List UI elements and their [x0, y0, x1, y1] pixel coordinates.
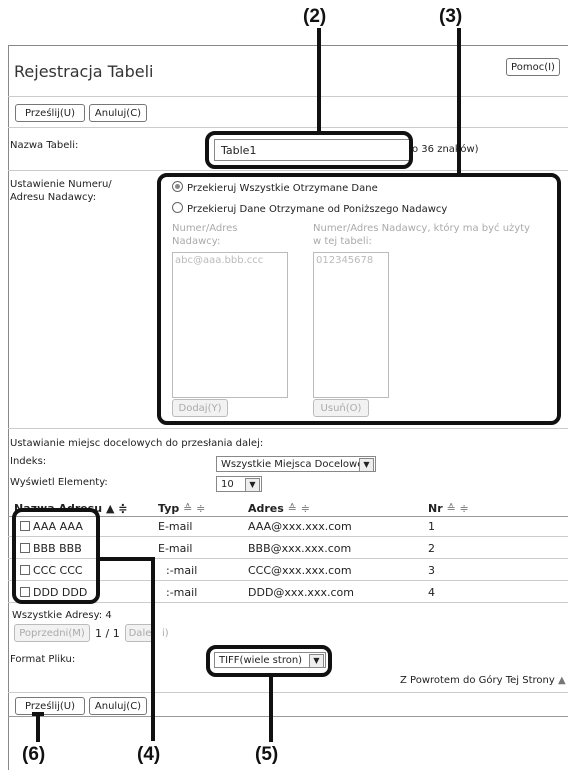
leader-line-2 [317, 28, 321, 133]
row-address: AAA@xxx.xxx.com [248, 520, 352, 533]
leader-line-3 [457, 28, 461, 176]
all-addresses-count: 4 [105, 610, 112, 621]
page-indicator: 1 / 1 [95, 627, 120, 640]
header-nr-label: Nr [428, 502, 443, 515]
cancel-button-top[interactable]: Anuluj(C) [89, 104, 147, 122]
table-name-divider [8, 170, 568, 171]
leader-line-6 [36, 714, 40, 742]
title-divider [8, 96, 568, 97]
table-name-hint: o 36 znaków) [412, 144, 479, 155]
back-to-top-label: Z Powrotem do Góry Tej Strony [400, 675, 555, 686]
arrow-up-icon: ▲ [557, 675, 566, 686]
sort-asc-icon[interactable]: ▲ [106, 502, 114, 515]
sender-divider [8, 428, 568, 429]
leader-line-4-horizontal [98, 557, 154, 561]
row-type: E-mail [158, 542, 193, 555]
sort-asc-icon[interactable]: ≙ [288, 502, 297, 515]
leader-line-4 [151, 557, 155, 741]
forward-heading: Ustawianie miejsc docelowych do przesłan… [10, 438, 264, 449]
filter-icon[interactable]: ≑ [460, 502, 469, 515]
file-format-label: Format Pliku: [10, 654, 76, 665]
row-address: BBB@xxx.xxx.com [248, 542, 352, 555]
prev-page-button[interactable]: Poprzedni(M) [14, 624, 90, 642]
filter-icon[interactable]: ≑ [196, 502, 205, 515]
callout-3-highlight [157, 173, 561, 425]
index-select[interactable]: Wszystkie Miejsca Docelowe ▼ [216, 456, 376, 472]
all-addresses-label: Wszystkie Adresy: [12, 610, 103, 621]
display-select-value: 10 [221, 479, 234, 490]
leader-line-5 [269, 676, 273, 742]
callout-3: (3) [439, 6, 463, 27]
sort-asc-icon[interactable]: ≙ [446, 502, 455, 515]
sender-label-line2: Adresu Nadawcy: [10, 192, 97, 203]
header-address[interactable]: Adres ≙ ≑ [248, 502, 310, 515]
next-page-button-tail: i) [162, 628, 169, 639]
row-type: :-mail [166, 586, 198, 599]
leader-line-6-tip [32, 712, 44, 716]
row-address: CCC@xxx.xxx.com [248, 564, 352, 577]
index-label: Indeks: [10, 456, 47, 467]
header-type-label: Typ [158, 502, 180, 515]
page-title: Rejestracja Tabeli [14, 62, 154, 81]
callout-5-highlight [206, 645, 332, 677]
cancel-button-bottom[interactable]: Anuluj(C) [89, 697, 147, 715]
sort-asc-icon[interactable]: ≙ [183, 502, 192, 515]
help-button[interactable]: Pomoc(I) [506, 58, 560, 76]
bottom-rule [8, 716, 568, 717]
display-label: Wyświetl Elementy: [10, 477, 108, 488]
chevron-down-icon[interactable]: ▼ [245, 478, 260, 492]
back-to-top-link[interactable]: Z Powrotem do Góry Tej Strony ▲ [400, 675, 566, 686]
callout-2-highlight [205, 131, 413, 169]
chevron-down-icon[interactable]: ▼ [359, 458, 374, 472]
row-type: E-mail [158, 520, 193, 533]
index-select-value: Wszystkie Miejsca Docelowe [221, 459, 364, 470]
row-nr: 1 [428, 520, 435, 533]
all-addresses: Wszystkie Adresy: 4 [12, 610, 112, 621]
row-type: :-mail [166, 564, 198, 577]
row-nr: 4 [428, 586, 435, 599]
sender-label-line1: Ustawienie Numeru/ [10, 179, 112, 190]
filter-icon[interactable]: ≑ [301, 502, 310, 515]
submit-button-top[interactable]: Prześlij(U) [15, 104, 85, 122]
filter-icon[interactable]: ≑ [118, 502, 127, 515]
display-select[interactable]: 10 ▼ [216, 476, 262, 492]
table-name-label: Nazwa Tabeli: [10, 140, 79, 151]
submit-button-bottom[interactable]: Prześlij(U) [15, 697, 85, 715]
header-address-label: Adres [248, 502, 284, 515]
header-type[interactable]: Typ ≙ ≑ [158, 502, 205, 515]
buttons-divider [8, 127, 568, 128]
row-address: DDD@xxx.xxx.com [248, 586, 354, 599]
row-nr: 2 [428, 542, 435, 555]
bottom-divider [8, 692, 568, 693]
callout-4-highlight [12, 508, 100, 604]
callout-2: (2) [303, 6, 327, 27]
header-nr[interactable]: Nr ≙ ≑ [428, 502, 469, 515]
row-nr: 3 [428, 564, 435, 577]
